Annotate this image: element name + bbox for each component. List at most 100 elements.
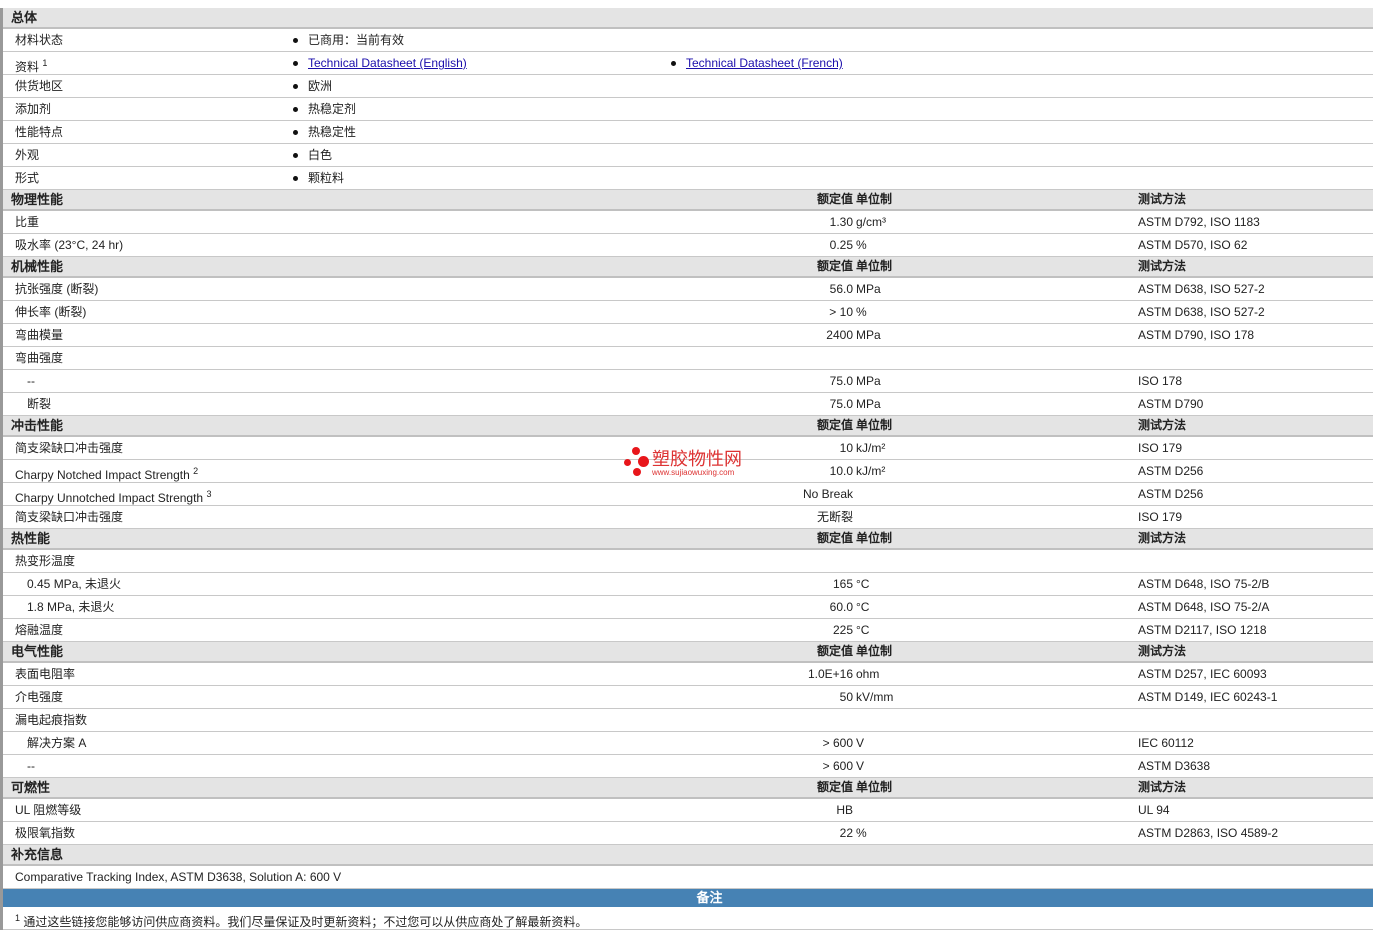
property-row: 热变形温度 [3, 550, 1373, 573]
property-name: 熔融温度 [15, 623, 64, 637]
property-value: 10.0 [829, 464, 853, 478]
property-name: 0.45 MPa, 未退火 [27, 577, 122, 591]
property-name: 伸长率 (断裂) [15, 305, 87, 319]
value-text: 热稳定性 [308, 125, 357, 139]
value-text: 热稳定剂 [308, 102, 357, 116]
property-row: -- 75.0 MPa ISO 178 [3, 370, 1373, 393]
bullet-icon [293, 130, 298, 136]
property-label: 比重 [15, 211, 39, 233]
property-label: 形式 [15, 167, 39, 189]
property-unit: % [856, 238, 867, 252]
note-body: 通过这些链接您能够访问供应商资料。我们尽量保证及时更新资料；不过您可以从供应商处… [23, 915, 588, 929]
property-value: 热稳定剂 [293, 98, 356, 120]
property-value: 60.0 [829, 600, 853, 614]
col-header-method: 测试方法 [1138, 418, 1187, 432]
property-label: 性能特点 [15, 121, 63, 143]
footnote-ref: 3 [206, 489, 212, 499]
datasheet-link-english[interactable]: Technical Datasheet (English) [308, 56, 467, 70]
general-row: 资料 1 Technical Datasheet (English) Technic… [3, 52, 1373, 75]
property-value: 颗粒料 [293, 167, 344, 189]
property-label: 简支梁缺口冲击强度 [15, 506, 123, 528]
property-name: 漏电起痕指数 [15, 713, 88, 727]
section-header: 冲击性能 额定值 单位制 测试方法 [3, 416, 1373, 437]
col-header-value: 额定值 [816, 780, 853, 794]
property-label: 表面电阻率 [15, 663, 75, 685]
property-name: UL 阻燃等级 [15, 803, 82, 817]
property-name: -- [27, 759, 35, 773]
property-row: 0.45 MPa, 未退火 165 °C ASTM D648, ISO 75-2/B [3, 573, 1373, 596]
property-row: 弯曲强度 [3, 347, 1373, 370]
bullet-icon [293, 176, 298, 182]
property-name: 介电强度 [15, 690, 64, 704]
property-value: 无断裂 [816, 510, 853, 524]
property-value: 10 [839, 441, 853, 455]
property-name: -- [27, 374, 35, 388]
watermark-text: 塑胶物性网 [652, 448, 742, 469]
property-label: 0.45 MPa, 未退火 [27, 573, 121, 595]
property-value: 欧洲 [293, 75, 332, 97]
section-header: 机械性能 额定值 单位制 测试方法 [3, 257, 1373, 278]
property-unit: kV/mm [856, 690, 894, 704]
datasheet-link-french[interactable]: Technical Datasheet (French) [686, 56, 843, 70]
property-name: 简支梁缺口冲击强度 [15, 441, 124, 455]
test-method: ASTM D648, ISO 75-2/B [1138, 577, 1270, 591]
col-header-value: 额定值 [816, 259, 853, 273]
property-name: 弯曲模量 [15, 328, 64, 342]
value-text: 欧洲 [308, 79, 333, 93]
test-method: ASTM D638, ISO 527-2 [1138, 305, 1265, 319]
property-unit: V [856, 759, 865, 773]
property-name: 表面电阻率 [15, 667, 76, 681]
col-header-unit: 单位制 [856, 780, 893, 794]
test-method: UL 94 [1138, 803, 1170, 817]
col-header-value: 额定值 [816, 192, 853, 206]
property-label: 供货地区 [15, 75, 63, 97]
test-method: ASTM D2117, ISO 1218 [1138, 623, 1267, 637]
section-title: 电气性能 [11, 644, 64, 659]
value-text: 已商用：当前有效 [308, 33, 405, 47]
col-header-unit: 单位制 [856, 644, 893, 658]
logo-dots-icon [624, 447, 652, 479]
property-name: 简支梁缺口冲击强度 [15, 510, 124, 524]
test-method: ASTM D790 [1138, 397, 1204, 411]
section-header: 总体 [3, 8, 1373, 29]
col-header-method: 测试方法 [1138, 259, 1187, 273]
test-method: ASTM D256 [1138, 487, 1204, 501]
property-unit: kJ/m² [856, 464, 886, 478]
property-label: 1.8 MPa, 未退火 [27, 596, 114, 618]
property-value: 56.0 [829, 282, 853, 296]
property-unit: MPa [856, 397, 881, 411]
property-name: 比重 [15, 215, 40, 229]
property-row: 弯曲模量 2400 MPa ASTM D790, ISO 178 [3, 324, 1373, 347]
property-name: 抗张强度 (断裂) [15, 282, 99, 296]
test-method: ISO 178 [1138, 374, 1183, 388]
property-label: 弯曲模量 [15, 324, 63, 346]
watermark-logo: 塑胶物性网 www.sujiaowuxing.com [624, 447, 742, 479]
property-unit: kJ/m² [856, 441, 886, 455]
property-label: 抗张强度 (断裂) [15, 278, 98, 300]
section-header: 物理性能 额定值 单位制 测试方法 [3, 190, 1373, 211]
property-name: 添加剂 [15, 102, 52, 116]
bullet-icon [293, 38, 298, 44]
test-method: ASTM D790, ISO 178 [1138, 328, 1255, 342]
bullet-icon [671, 61, 676, 67]
property-name: 外观 [15, 148, 40, 162]
property-value: 165 [832, 577, 853, 591]
col-header-value: 额定值 [816, 531, 853, 545]
property-name: 供货地区 [15, 79, 64, 93]
property-value: HB [836, 803, 853, 817]
footnote-mark: 1 [15, 913, 21, 923]
property-label: 弯曲强度 [15, 347, 63, 369]
property-value: 50 [839, 690, 853, 704]
section-title: 热性能 [11, 531, 51, 546]
property-unit: % [856, 305, 867, 319]
col-header-method: 测试方法 [1138, 192, 1187, 206]
property-value: 75.0 [829, 374, 853, 388]
col-header-unit: 单位制 [856, 259, 893, 273]
property-label: 吸水率 (23°C, 24 hr) [15, 234, 123, 256]
property-value: 2400 [826, 328, 853, 342]
test-method: ASTM D256 [1138, 464, 1204, 478]
test-method: ASTM D3638 [1138, 759, 1211, 773]
col-header-method: 测试方法 [1138, 531, 1187, 545]
property-unit: ohm [856, 667, 880, 681]
general-row: 添加剂 热稳定剂 [3, 98, 1373, 121]
